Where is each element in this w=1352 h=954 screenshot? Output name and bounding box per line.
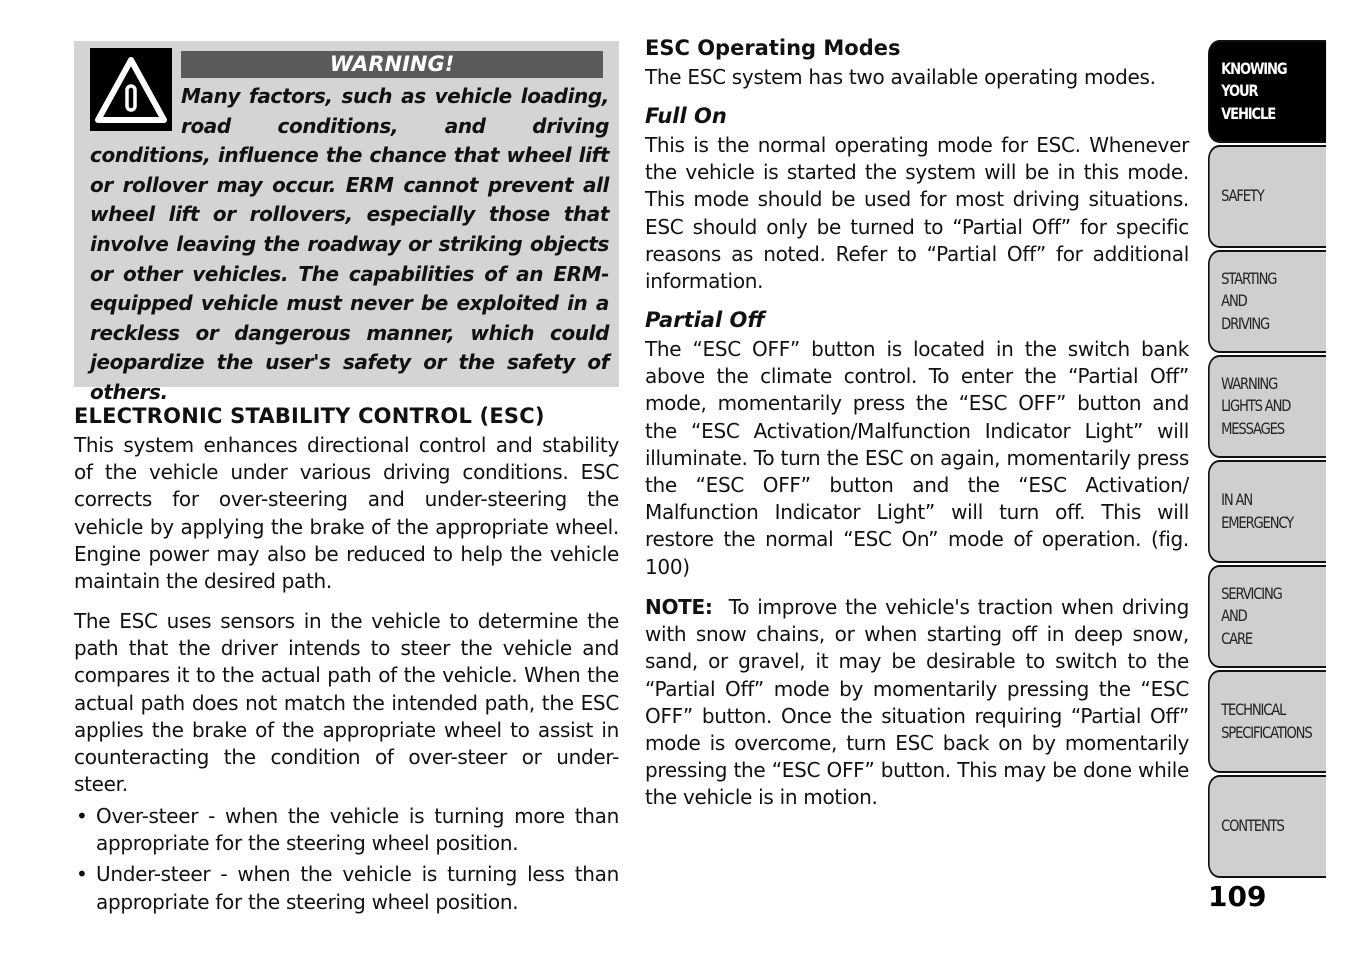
- warning-text: Many factors, such as vehicle loading, r…: [90, 82, 609, 408]
- page-number: 109: [1208, 880, 1267, 913]
- mode-heading-full-on: Full On: [645, 104, 727, 128]
- tab-label: WARNING LIGHTS AND MESSAGES: [1221, 373, 1291, 438]
- tab-contents[interactable]: CONTENTS: [1208, 775, 1327, 878]
- paragraph: The ESC uses sensors in the vehicle to d…: [74, 609, 619, 797]
- tab-label: STARTING AND DRIVING: [1221, 268, 1277, 333]
- tab-knowing-your-vehicle[interactable]: KNOWING YOUR VEHICLE: [1208, 40, 1327, 143]
- note-label: NOTE:: [645, 595, 713, 619]
- list-item-text: Over-steer - when the vehicle is turning…: [96, 804, 619, 856]
- bullet-icon: •: [76, 804, 88, 828]
- list-item: • Under-steer - when the vehicle is turni…: [74, 861, 619, 915]
- section-heading: ELECTRONIC STABILITY CONTROL (ESC): [74, 404, 545, 428]
- paragraph: The “ESC OFF” button is located in the s…: [645, 337, 1189, 579]
- list-item: • Over-steer - when the vehicle is turnin…: [74, 803, 619, 857]
- chapter-tabs: KNOWING YOUR VEHICLE SAFETY STARTING AND…: [1208, 40, 1352, 880]
- mode-heading-partial-off: Partial Off: [645, 308, 765, 332]
- tab-warning-lights-and-messages[interactable]: WARNING LIGHTS AND MESSAGES: [1208, 355, 1327, 458]
- tab-technical-specifications[interactable]: TECHNICAL SPECIFICATIONS: [1208, 670, 1327, 773]
- paragraph: The ESC system has two available operati…: [645, 65, 1156, 89]
- tab-label: CONTENTS: [1221, 816, 1285, 836]
- tab-starting-and-driving[interactable]: STARTING AND DRIVING: [1208, 250, 1327, 353]
- tab-in-an-emergency[interactable]: IN AN EMERGENCY: [1208, 460, 1327, 563]
- warning-title: WARNING!: [181, 51, 603, 78]
- paragraph: This system enhances directional control…: [74, 433, 619, 594]
- tab-servicing-and-care[interactable]: SERVICING AND CARE: [1208, 565, 1327, 668]
- list-item-text: Under-steer - when the vehicle is turnin…: [96, 862, 619, 914]
- paragraph: This is the normal operating mode for ES…: [645, 133, 1189, 294]
- warning-box: WARNING! Many factors, such as vehicle l…: [74, 41, 619, 404]
- note-text: To improve the vehicle's traction when d…: [645, 595, 1189, 810]
- tab-safety[interactable]: SAFETY: [1208, 145, 1327, 248]
- tab-label: IN AN EMERGENCY: [1221, 490, 1294, 532]
- bullet-list: • Over-steer - when the vehicle is turnin…: [74, 803, 619, 920]
- tab-label: KNOWING YOUR VEHICLE: [1221, 58, 1288, 123]
- tab-label: SERVICING AND CARE: [1221, 583, 1283, 648]
- subsection-heading: ESC Operating Modes: [645, 36, 901, 60]
- tab-label: TECHNICAL SPECIFICATIONS: [1221, 700, 1313, 742]
- bullet-icon: •: [76, 862, 88, 887]
- note: NOTE: To improve the vehicle's traction …: [645, 594, 1189, 812]
- tab-label: SAFETY: [1221, 186, 1265, 206]
